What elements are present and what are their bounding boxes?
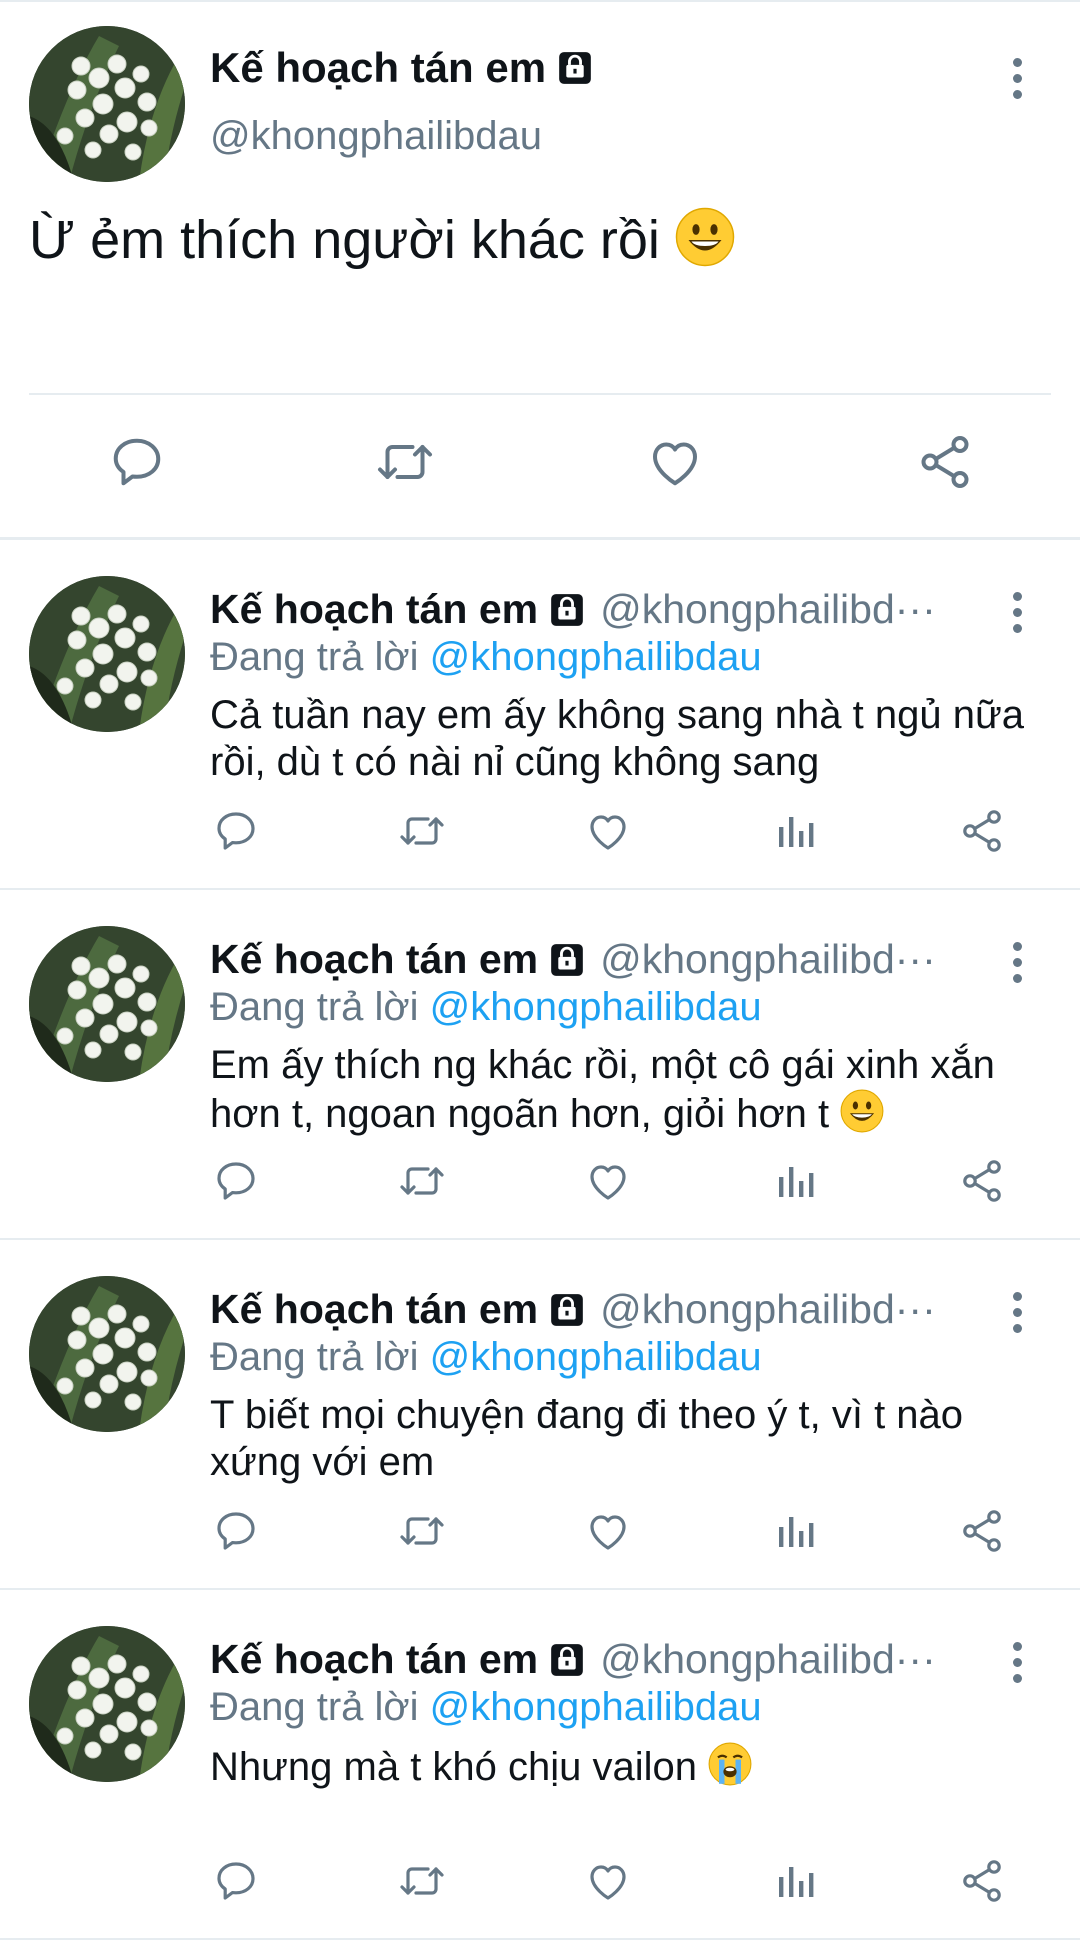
author-handle[interactable]: @khongphailibd··· <box>600 1286 936 1333</box>
analytics-icon[interactable] <box>771 1157 819 1205</box>
analytics-icon[interactable] <box>771 1857 819 1905</box>
tweet-actions <box>0 807 1080 857</box>
tweet-actions <box>0 1857 1080 1907</box>
author-handle[interactable]: @khongphailibd··· <box>600 1636 936 1683</box>
reply-icon[interactable] <box>212 807 260 855</box>
like-icon[interactable] <box>645 432 705 492</box>
replying-to-mention[interactable]: @khongphailibdau <box>430 1335 762 1379</box>
loudly-crying-face-emoji <box>708 1742 752 1797</box>
reply-tweet: Kế hoạch tán em @khongphailibd··· Đang t… <box>0 1590 1080 1940</box>
replying-label: Đang trả lời <box>210 1685 419 1729</box>
reply-header: Kế hoạch tán em @khongphailibd··· <box>210 1286 980 1333</box>
share-icon[interactable] <box>958 807 1006 855</box>
share-icon[interactable] <box>958 1507 1006 1555</box>
retweet-icon[interactable] <box>395 1507 449 1555</box>
like-icon[interactable] <box>584 807 632 855</box>
reply-icon[interactable] <box>212 1857 260 1905</box>
divider <box>29 393 1051 395</box>
more-options-icon[interactable] <box>1010 1292 1024 1340</box>
replying-to: Đang trả lời @khongphailibdau <box>210 1335 762 1380</box>
share-icon[interactable] <box>958 1857 1006 1905</box>
author-name[interactable]: Kế hoạch tán em <box>210 1636 538 1683</box>
tweet-text: Ừ ẻm thích người khác rồi <box>29 207 735 280</box>
retweet-icon[interactable] <box>395 1857 449 1905</box>
author-name[interactable]: Kế hoạch tán em <box>210 1286 538 1333</box>
reply-tweet: Kế hoạch tán em @khongphailibd··· Đang t… <box>0 1240 1080 1590</box>
replying-to: Đang trả lời @khongphailibdau <box>210 985 762 1030</box>
author-handle[interactable]: @khongphailibdau <box>210 114 542 159</box>
replying-label: Đang trả lời <box>210 985 419 1029</box>
avatar[interactable] <box>29 576 185 732</box>
tweet-text: Nhưng mà t khó chịu vailon <box>210 1742 1040 1797</box>
reply-header: Kế hoạch tán em @khongphailibd··· <box>210 936 980 983</box>
more-options-icon[interactable] <box>1010 1642 1024 1690</box>
lock-icon <box>548 941 586 979</box>
tweet-actions <box>0 432 1080 502</box>
reply-icon[interactable] <box>212 1157 260 1205</box>
more-options-icon[interactable] <box>1010 592 1024 640</box>
grinning-face-emoji <box>840 1089 884 1144</box>
main-tweet: Kế hoạch tán em @khongphailibdau Ừ ẻm th… <box>0 2 1080 540</box>
tweet-text: Cả tuần nay em ấy không sang nhà t ngủ n… <box>210 693 1025 784</box>
more-options-icon[interactable] <box>1010 58 1024 106</box>
replying-to-mention[interactable]: @khongphailibdau <box>430 985 762 1029</box>
tweet-text: Em ấy thích ng khác rồi, một cô gái xinh… <box>210 1042 1040 1144</box>
replying-to: Đang trả lời @khongphailibdau <box>210 635 762 680</box>
reply-icon[interactable] <box>107 432 167 492</box>
retweet-icon[interactable] <box>372 432 438 492</box>
reply-list: Kế hoạch tán em @khongphailibd··· Đang t… <box>0 540 1080 1940</box>
like-icon[interactable] <box>584 1157 632 1205</box>
like-icon[interactable] <box>584 1507 632 1555</box>
author-name[interactable]: Kế hoạch tán em <box>210 586 538 633</box>
analytics-icon[interactable] <box>771 1507 819 1555</box>
replying-label: Đang trả lời <box>210 1335 419 1379</box>
replying-to-mention[interactable]: @khongphailibdau <box>430 1685 762 1729</box>
reply-tweet: Kế hoạch tán em @khongphailibd··· Đang t… <box>0 540 1080 890</box>
replying-to: Đang trả lời @khongphailibdau <box>210 1685 762 1730</box>
share-icon[interactable] <box>915 432 975 492</box>
author-handle[interactable]: @khongphailibd··· <box>600 586 936 633</box>
tweet-actions <box>0 1507 1080 1557</box>
reply-icon[interactable] <box>212 1507 260 1555</box>
tweet-actions <box>0 1157 1080 1207</box>
reply-tweet: Kế hoạch tán em @khongphailibd··· Đang t… <box>0 890 1080 1240</box>
avatar[interactable] <box>29 26 185 182</box>
lock-icon <box>548 1291 586 1329</box>
avatar[interactable] <box>29 1276 185 1432</box>
share-icon[interactable] <box>958 1157 1006 1205</box>
like-icon[interactable] <box>584 1857 632 1905</box>
lock-icon <box>556 49 594 87</box>
lock-icon <box>548 1641 586 1679</box>
replying-label: Đang trả lời <box>210 635 419 679</box>
author-handle[interactable]: @khongphailibd··· <box>600 936 936 983</box>
tweet-text: T biết mọi chuyện đang đi theo ý t, vì t… <box>210 1393 964 1484</box>
grinning-face-emoji <box>675 207 735 280</box>
replying-to-mention[interactable]: @khongphailibdau <box>430 635 762 679</box>
lock-icon <box>548 591 586 629</box>
author-name[interactable]: Kế hoạch tán em <box>210 44 594 92</box>
avatar[interactable] <box>29 926 185 1082</box>
retweet-icon[interactable] <box>395 807 449 855</box>
author-name[interactable]: Kế hoạch tán em <box>210 936 538 983</box>
retweet-icon[interactable] <box>395 1157 449 1205</box>
more-options-icon[interactable] <box>1010 942 1024 990</box>
avatar[interactable] <box>29 1626 185 1782</box>
reply-header: Kế hoạch tán em @khongphailibd··· <box>210 1636 980 1683</box>
reply-header: Kế hoạch tán em @khongphailibd··· <box>210 586 980 633</box>
analytics-icon[interactable] <box>771 807 819 855</box>
